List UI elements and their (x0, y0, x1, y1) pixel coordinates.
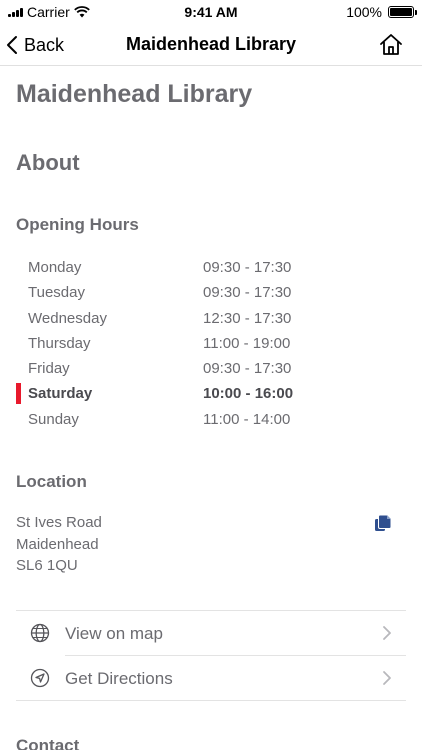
today-marker (16, 383, 21, 405)
get-directions-button[interactable]: Get Directions (16, 656, 406, 701)
hours-row-friday: Friday 09:30 - 17:30 (0, 356, 422, 381)
opening-hours-heading: Opening Hours (16, 215, 139, 234)
hours-value: 10:00 - 16:00 (203, 385, 294, 403)
hours-row-thursday: Thursday 11:00 - 19:00 (0, 331, 422, 356)
address-line: St Ives Road (16, 514, 102, 531)
opening-hours-list: Monday 09:30 - 17:30 Tuesday 09:30 - 17:… (0, 255, 422, 432)
hours-row-saturday: Saturday 10:00 - 16:00 (0, 381, 422, 406)
hours-value: 12:30 - 17:30 (203, 309, 292, 327)
address-line: SL6 1QU (16, 557, 78, 574)
location-heading: Location (16, 472, 87, 491)
day-label: Saturday (28, 385, 93, 403)
hours-value: 09:30 - 17:30 (203, 360, 292, 378)
hours-value: 11:00 - 14:00 (203, 410, 291, 428)
chevron-right-icon (383, 626, 391, 640)
hours-row-sunday: Sunday 11:00 - 14:00 (0, 407, 422, 432)
copy-address-button[interactable] (374, 514, 392, 532)
globe-icon (30, 623, 50, 643)
day-label: Wednesday (28, 309, 107, 327)
contact-heading: Contact (16, 736, 80, 750)
location-actions: View on map Get Directions (16, 610, 406, 701)
hours-row-tuesday: Tuesday 09:30 - 17:30 (0, 280, 422, 305)
hours-value: 09:30 - 17:30 (203, 284, 292, 302)
home-button[interactable] (378, 32, 404, 58)
navigation-bar: Back Maidenhead Library (0, 24, 422, 66)
view-on-map-label: View on map (65, 624, 163, 643)
navigation-arrow-icon (30, 668, 50, 688)
view-on-map-button[interactable]: View on map (16, 611, 406, 656)
address: St Ives Road Maidenhead SL6 1QU (16, 512, 102, 577)
page-title: Maidenhead Library (16, 80, 253, 108)
hours-value: 09:30 - 17:30 (203, 259, 292, 276)
day-label: Friday (28, 360, 70, 378)
chevron-right-icon (383, 671, 391, 685)
battery-icon (388, 6, 417, 18)
battery-percentage: 100% (346, 4, 382, 20)
day-label: Sunday (28, 410, 79, 428)
day-label: Tuesday (28, 284, 85, 302)
get-directions-label: Get Directions (65, 669, 173, 688)
hours-value: 11:00 - 19:00 (203, 334, 291, 352)
nav-title: Maidenhead Library (125, 34, 297, 54)
hours-row-monday: Monday 09:30 - 17:30 (0, 255, 422, 280)
address-line: Maidenhead (16, 535, 99, 553)
day-label: Monday (28, 259, 82, 276)
hours-row-wednesday: Wednesday 12:30 - 17:30 (0, 306, 422, 331)
about-heading: About (16, 150, 80, 175)
status-bar: Carrier 9:41 AM 100% (0, 0, 422, 24)
divider (16, 700, 406, 701)
day-label: Thursday (28, 334, 91, 352)
